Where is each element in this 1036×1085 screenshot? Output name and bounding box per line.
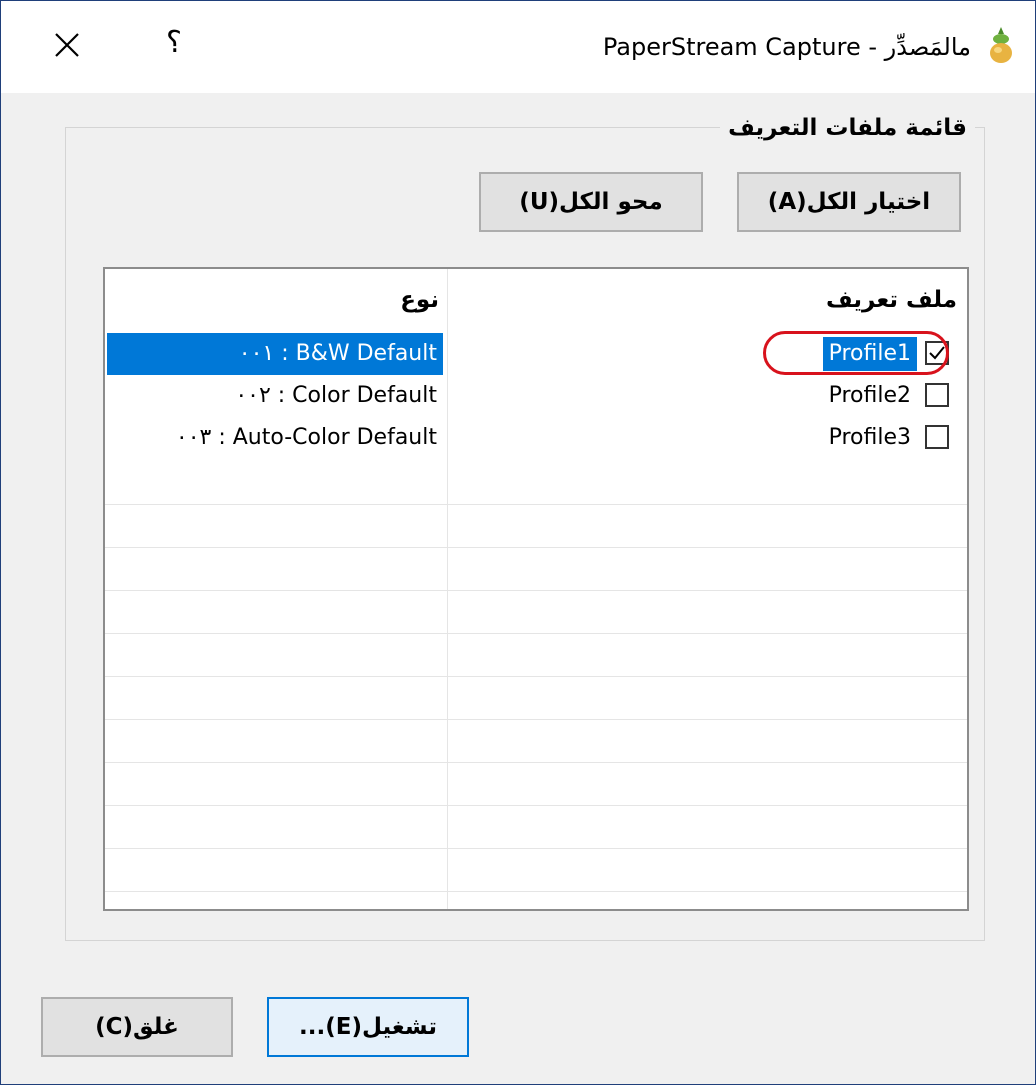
- profile-type-cell[interactable]: Auto-Color Default : ٠٠٣: [107, 417, 443, 459]
- profile-name[interactable]: Profile2: [823, 379, 917, 413]
- grid-line: [105, 504, 967, 505]
- group-title: قائمة ملفات التعريف: [720, 111, 975, 145]
- title-bar: ؟ PaperStream Capture - مالمَصدِّر: [1, 1, 1035, 93]
- profile-checkbox[interactable]: [925, 425, 949, 449]
- close-window-button[interactable]: [47, 25, 87, 65]
- grid-line: [105, 762, 967, 763]
- grid-line: [105, 590, 967, 591]
- profile-checkbox[interactable]: [925, 341, 949, 365]
- profile-name[interactable]: Profile3: [823, 421, 917, 455]
- grid-line: [105, 676, 967, 677]
- profile-name[interactable]: Profile1: [822, 337, 917, 371]
- profile-name-cell: Profile3: [449, 417, 961, 459]
- table-row[interactable]: B&W Default : ٠٠١ Profile1: [105, 333, 967, 375]
- grid-line: [105, 633, 967, 634]
- run-button[interactable]: تشغيل(E)...: [267, 997, 469, 1057]
- close-button[interactable]: غلق(C): [41, 997, 233, 1057]
- window-title: PaperStream Capture - مالمَصدِّر: [602, 33, 971, 61]
- profile-name-cell: Profile2: [449, 375, 961, 417]
- checkmark-icon: [929, 346, 945, 360]
- grid-line: [105, 547, 967, 548]
- profile-name-cell: Profile1: [449, 333, 961, 375]
- column-header-type[interactable]: نوع: [105, 269, 439, 331]
- profile-type-cell[interactable]: Color Default : ٠٠٢: [107, 375, 443, 417]
- profile-list-view[interactable]: نوع ملف تعريف B&W Default : ٠٠١ Profile1…: [103, 267, 969, 911]
- clear-all-button[interactable]: محو الكل(U): [479, 172, 703, 232]
- grid-line: [105, 848, 967, 849]
- grid-line: [105, 719, 967, 720]
- profile-checkbox[interactable]: [925, 383, 949, 407]
- profile-dialog: ؟ PaperStream Capture - مالمَصدِّر قائمة…: [0, 0, 1036, 1085]
- close-icon: [55, 33, 79, 57]
- table-row[interactable]: Auto-Color Default : ٠٠٣ Profile3: [105, 417, 967, 459]
- list-header: نوع ملف تعريف: [105, 269, 967, 331]
- paperstream-app-icon: [985, 25, 1017, 65]
- help-button[interactable]: ؟: [159, 21, 189, 65]
- grid-line: [105, 891, 967, 892]
- grid-line: [105, 805, 967, 806]
- profile-type-cell[interactable]: B&W Default : ٠٠١: [107, 333, 443, 375]
- select-all-button[interactable]: اختيار الكل(A): [737, 172, 961, 232]
- column-header-profile[interactable]: ملف تعريف: [449, 269, 957, 331]
- table-row[interactable]: Color Default : ٠٠٢ Profile2: [105, 375, 967, 417]
